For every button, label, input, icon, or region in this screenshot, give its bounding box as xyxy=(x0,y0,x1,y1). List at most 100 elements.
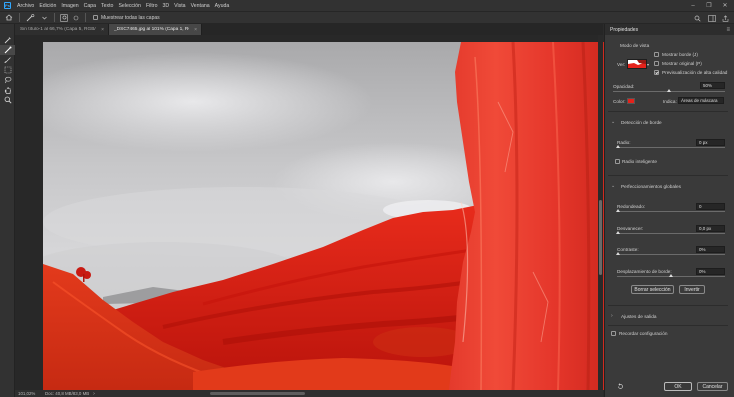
radius-field[interactable]: 0 px xyxy=(696,139,725,146)
vertical-scroll-thumb[interactable] xyxy=(599,200,602,275)
divider xyxy=(54,13,55,22)
cancel-button[interactable]: Cancelar xyxy=(697,382,728,391)
color-label: Color: xyxy=(613,99,626,104)
restore-icon[interactable]: ❐ xyxy=(704,1,714,10)
add-to-selection-icon[interactable] xyxy=(72,13,80,22)
indicates-value: Áreas de máscara xyxy=(681,98,718,103)
panel-menu-icon[interactable]: ≡ xyxy=(726,27,730,33)
edge-detection-chevron-icon[interactable]: ⌄ xyxy=(611,119,615,125)
remember-settings-checkbox[interactable] xyxy=(611,331,616,336)
invert-button[interactable]: Invertir xyxy=(679,285,705,294)
reset-icon[interactable] xyxy=(616,382,625,391)
hand-tool-icon[interactable] xyxy=(0,85,15,95)
workspace-controls xyxy=(693,14,730,22)
vertical-scrollbar[interactable] xyxy=(598,35,603,390)
indicates-select[interactable]: Áreas de máscara xyxy=(678,97,724,104)
zoom-tool-icon[interactable] xyxy=(0,95,15,105)
show-original-label: Mostrar original (P) xyxy=(662,61,702,66)
brush-tool-icon[interactable] xyxy=(0,55,15,65)
menu-edicion[interactable]: Edición xyxy=(39,3,56,9)
new-selection-icon[interactable] xyxy=(60,13,68,22)
smart-radius-checkbox[interactable] xyxy=(615,159,620,164)
contrast-label: Contraste: xyxy=(617,247,639,252)
menu-imagen[interactable]: Imagen xyxy=(61,3,78,9)
horizontal-scroll-thumb[interactable] xyxy=(210,392,305,395)
edge-detection-header[interactable]: Detección de borde xyxy=(621,120,662,125)
status-menu-chevron-icon[interactable]: › xyxy=(93,391,95,397)
overlay-color-swatch[interactable] xyxy=(627,98,635,104)
high-quality-preview-label: Previsualización de alta calidad xyxy=(662,70,728,75)
smooth-slider[interactable] xyxy=(617,211,725,212)
quick-selection-tool-icon[interactable] xyxy=(25,13,35,22)
refine-edge-brush-icon[interactable] xyxy=(0,45,15,55)
feather-slider[interactable] xyxy=(617,233,725,234)
output-settings-chevron-icon[interactable]: › xyxy=(611,313,613,319)
smooth-field[interactable]: 0 xyxy=(696,203,725,210)
menu-archivo[interactable]: Archivo xyxy=(17,3,34,9)
share-icon[interactable] xyxy=(721,14,730,22)
opacity-label: Opacidad: xyxy=(613,84,635,89)
menu-vista[interactable]: Vista xyxy=(174,3,185,9)
opacity-field[interactable]: 50% xyxy=(700,82,725,89)
minimize-icon[interactable]: – xyxy=(688,1,698,10)
sample-all-layers-checkbox[interactable] xyxy=(93,15,98,20)
feather-slider-handle[interactable] xyxy=(616,231,620,234)
workspace-icon[interactable] xyxy=(707,14,716,22)
divider xyxy=(85,13,86,22)
ok-button[interactable]: OK xyxy=(664,382,692,391)
lasso-tool-icon[interactable] xyxy=(0,75,15,85)
sample-all-layers-option[interactable]: Muestrear todas las capas xyxy=(93,15,160,21)
radius-slider[interactable] xyxy=(617,147,725,148)
global-refinements-header[interactable]: Perfeccionamientos globales xyxy=(621,184,681,189)
tab-label: Sin título-1 al 66,7% (Capa 5, RGB/8#) * xyxy=(20,27,96,32)
quick-selection-tool-icon[interactable] xyxy=(0,35,15,45)
contrast-slider[interactable] xyxy=(617,254,725,255)
output-settings-header[interactable]: Ajustes de salida xyxy=(621,314,656,319)
view-dropdown-chevron-icon[interactable]: ▾ xyxy=(647,62,649,67)
tab-label: _DSC7465.jpg al 101% (Capa 1, RGB/8) * xyxy=(114,27,189,32)
remember-settings-label: Recordar configuración xyxy=(619,331,668,336)
document-window xyxy=(15,35,604,390)
close-tab-icon[interactable]: × xyxy=(194,27,197,33)
zoom-level[interactable]: 101,02% xyxy=(18,391,40,396)
object-selection-tool-icon[interactable] xyxy=(0,65,15,75)
close-tab-icon[interactable]: × xyxy=(101,27,104,33)
close-icon[interactable]: ✕ xyxy=(720,1,730,10)
radius-slider-handle[interactable] xyxy=(616,145,620,148)
divider xyxy=(608,325,728,326)
panel-title: Propiedades xyxy=(610,26,639,33)
clear-selection-button[interactable]: Borrar selección xyxy=(631,285,674,294)
show-edge-checkbox[interactable] xyxy=(654,52,659,57)
opacity-slider-handle[interactable] xyxy=(667,89,671,92)
view-mode-thumbnail[interactable] xyxy=(627,59,647,69)
menu-texto[interactable]: Texto xyxy=(101,3,113,9)
tab-untitled-1[interactable]: Sin título-1 al 66,7% (Capa 5, RGB/8#) *… xyxy=(15,24,109,35)
contrast-field[interactable]: 0% xyxy=(696,246,725,253)
menu-capa[interactable]: Capa xyxy=(84,3,96,9)
menu-ventana[interactable]: Ventana xyxy=(191,3,210,9)
menu-ayuda[interactable]: Ayuda xyxy=(215,3,230,9)
home-icon[interactable] xyxy=(4,13,14,22)
divider xyxy=(608,111,728,112)
brush-options-chevron-icon[interactable] xyxy=(39,13,49,22)
contrast-slider-handle[interactable] xyxy=(616,252,620,255)
search-icon[interactable] xyxy=(693,14,702,22)
tab-dsc7465[interactable]: _DSC7465.jpg al 101% (Capa 1, RGB/8) * × xyxy=(109,24,202,35)
smooth-slider-handle[interactable] xyxy=(616,209,620,212)
view-label: Ver: xyxy=(617,62,626,67)
menu-filtro[interactable]: Filtro xyxy=(146,3,158,9)
smooth-label: Redondeado: xyxy=(617,204,646,209)
divider xyxy=(608,305,728,306)
image-canvas[interactable] xyxy=(43,42,604,390)
menu-seleccion[interactable]: Selección xyxy=(118,3,141,9)
menu-3d[interactable]: 3D xyxy=(162,3,169,9)
feather-field[interactable]: 0,0 px xyxy=(696,225,725,232)
shift-edge-field[interactable]: 0% xyxy=(696,268,725,275)
high-quality-preview-checkbox[interactable] xyxy=(654,70,659,75)
show-original-checkbox[interactable] xyxy=(654,61,659,66)
global-refinements-chevron-icon[interactable]: ⌄ xyxy=(611,183,615,189)
properties-header: Propiedades ≡ xyxy=(605,24,734,35)
shift-edge-slider-handle[interactable] xyxy=(669,274,673,277)
photo-with-mask-overlay xyxy=(43,42,604,390)
view-mode-label: Modo de vista xyxy=(620,43,650,48)
